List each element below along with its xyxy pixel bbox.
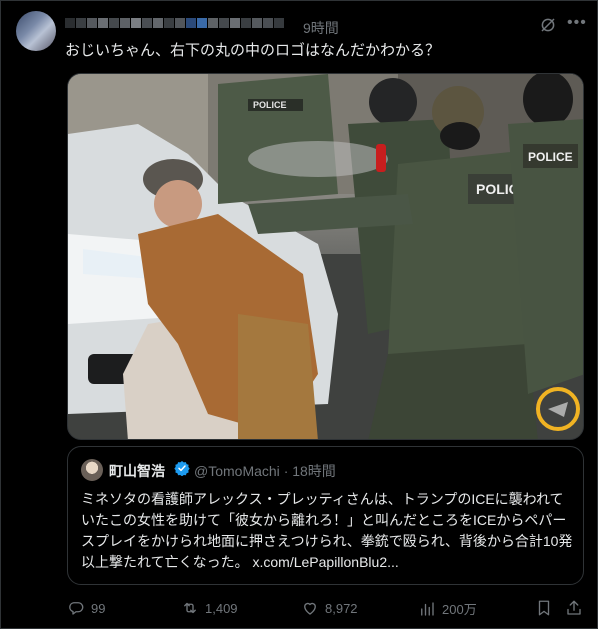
repost-icon [184,602,196,614]
quoted-post-text: ミネソタの看護師アレックス・プレッティさんは、トランプのICEに襲われていたこの… [81,491,573,570]
bookmark-icon [538,600,550,616]
heart-icon [304,602,316,615]
quoted-link[interactable]: x.com/LePapillonBlu2... [252,554,398,570]
quoted-post[interactable]: 町山智浩 @TomoMachi · 18時間 ミネソタの看護師アレックス・プレッ… [67,446,584,585]
views-icon [421,601,434,616]
more-options-icon[interactable]: ••• [567,14,587,32]
post-text: おじいちゃん、右下の丸の中のロゴはなんだかわかる？ [65,42,441,59]
repost-button[interactable]: 1,409 [181,599,238,617]
reply-icon [69,602,84,615]
police-label-3: POLICE [528,150,573,164]
post-container: 9時間 ••• おじいちゃん、右下の丸の中のロゴはなんだかわかる？ POLICE… [0,0,598,629]
verified-badge-icon [174,461,190,476]
author-name-blurred[interactable] [65,15,285,33]
like-button[interactable]: 8,972 [301,599,358,617]
quoted-author-avatar[interactable] [81,459,103,481]
share-button[interactable] [565,599,589,617]
action-bar: 99 1,409 8,972 200万 [1,599,598,619]
like-count: 8,972 [325,600,358,616]
reply-count: 99 [91,600,106,616]
police-label-1: POLICE [253,100,287,110]
quoted-timestamp[interactable]: · 18時間 [284,463,336,479]
quoted-author-name[interactable]: 町山智浩 [109,461,165,481]
reply-button[interactable]: 99 [67,599,105,617]
share-icon [567,600,581,615]
bookmark-button[interactable] [535,599,559,617]
post-timestamp[interactable]: 9時間 [303,18,339,38]
grok-icon[interactable] [539,16,557,34]
views-button[interactable]: 200万 [418,599,477,618]
post-photo[interactable]: POLICE POLICE POLICE [67,73,584,440]
quoted-author-handle[interactable]: @TomoMachi · 18時間 [194,461,336,481]
repost-count: 1,409 [205,600,238,616]
views-count: 200万 [442,602,477,617]
author-avatar[interactable] [16,11,56,51]
photo-illustration: POLICE POLICE POLICE [68,74,583,439]
